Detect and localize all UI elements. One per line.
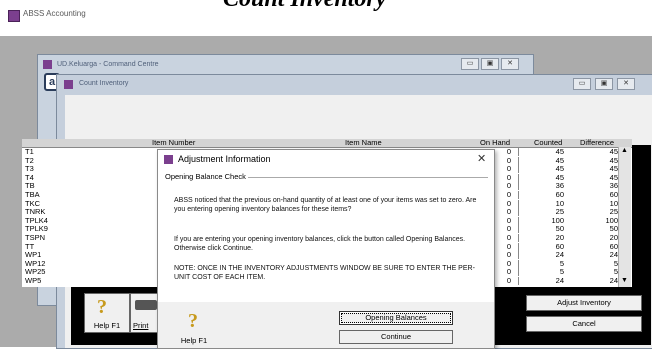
- close-icon[interactable]: ✕: [501, 58, 519, 70]
- cell-item-number: TBA: [25, 190, 40, 199]
- cell-difference: 60: [609, 190, 618, 199]
- dialog-title: Adjustment Information: [178, 154, 271, 164]
- cell-on-hand: 0: [506, 233, 511, 242]
- minimize-icon[interactable]: ▭: [461, 58, 479, 70]
- minimize-icon[interactable]: ▭: [573, 78, 591, 90]
- cell-counted[interactable]: 5: [518, 259, 566, 268]
- page-heading: Count Inventory: [223, 0, 386, 13]
- maximize-icon[interactable]: ▣: [481, 58, 499, 70]
- window-icon: [64, 80, 73, 89]
- col-on-hand: On Hand: [480, 139, 511, 147]
- cell-on-hand: 0: [506, 147, 511, 156]
- cell-difference: 45: [609, 164, 618, 174]
- cell-counted[interactable]: 60: [518, 191, 566, 199]
- app-icon: [8, 10, 20, 22]
- count-inventory-title: Count Inventory: [79, 80, 129, 87]
- cell-difference: 20: [609, 233, 618, 242]
- help-label: Help F1: [93, 321, 121, 330]
- cell-counted[interactable]: 45: [518, 148, 566, 156]
- cell-item-number: T1: [25, 147, 34, 156]
- cell-difference: 45: [609, 147, 618, 156]
- print-label: Print: [133, 321, 149, 330]
- cell-on-hand: 0: [506, 190, 511, 199]
- help-button[interactable]: ? Help F1: [84, 293, 130, 333]
- col-item-number: Item Number: [152, 139, 196, 147]
- cell-on-hand: 0: [506, 250, 511, 260]
- cell-item-number: WP1: [25, 250, 42, 260]
- dialog-help-button[interactable]: ? Help F1: [174, 310, 214, 346]
- adjustment-information-dialog: Adjustment Information ✕ Opening Balance…: [157, 149, 495, 349]
- close-icon[interactable]: ✕: [617, 78, 635, 90]
- dialog-button-area: ? Help F1 Opening Balances Continue: [158, 302, 494, 348]
- section-divider: [248, 177, 488, 178]
- maximize-icon[interactable]: ▣: [595, 78, 613, 90]
- cell-counted[interactable]: 24: [518, 251, 566, 260]
- dialog-paragraph-3: NOTE: ONCE IN THE INVENTORY ADJUSTMENTS …: [174, 265, 475, 281]
- window-icon: [43, 60, 52, 69]
- scroll-down-icon[interactable]: ▼: [621, 277, 628, 284]
- print-icon: [135, 300, 157, 310]
- cell-counted[interactable]: 25: [518, 208, 566, 217]
- dialog-paragraph-2: If you are entering your opening invento…: [174, 236, 466, 252]
- scroll-up-icon[interactable]: ▲: [621, 147, 628, 154]
- opening-balances-button[interactable]: Opening Balances: [339, 311, 453, 325]
- cancel-button[interactable]: Cancel: [526, 316, 642, 332]
- help-icon: ?: [188, 310, 198, 332]
- cell-on-hand: 0: [506, 276, 511, 285]
- cell-on-hand: 0: [506, 164, 511, 174]
- cell-item-number: T3: [25, 164, 34, 174]
- cell-item-number: TSPN: [25, 233, 46, 242]
- section-heading: Opening Balance Check: [165, 172, 246, 181]
- dialog-help-label: Help F1: [180, 336, 208, 345]
- cell-counted[interactable]: 20: [518, 234, 566, 242]
- help-icon: ?: [97, 296, 107, 318]
- col-counted: Counted: [534, 139, 563, 147]
- window-icon: [164, 155, 173, 164]
- cell-item-number: TNRK: [25, 207, 46, 217]
- cell-counted[interactable]: 45: [518, 165, 566, 174]
- continue-button[interactable]: Continue: [339, 330, 453, 344]
- cell-counted[interactable]: 24: [518, 277, 566, 285]
- close-icon[interactable]: ✕: [477, 152, 486, 165]
- cell-difference: 24: [609, 276, 618, 285]
- col-difference: Difference: [580, 139, 615, 147]
- table-header: Item Number Item Name On Hand Counted Di…: [22, 139, 632, 148]
- col-item-name: Item Name: [345, 139, 382, 147]
- table-scrollbar[interactable]: ▲ ▼: [618, 147, 631, 287]
- cell-difference: 5: [613, 258, 618, 268]
- cell-difference: 25: [609, 207, 618, 217]
- adjust-inventory-button[interactable]: Adjust Inventory: [526, 295, 642, 311]
- command-centre-title: UD.Keluarga - Command Centre: [57, 61, 159, 68]
- cell-difference: 24: [609, 250, 618, 260]
- app-title: ABSS Accounting: [23, 9, 86, 18]
- cell-item-number: WP5: [25, 276, 42, 285]
- cell-on-hand: 0: [506, 207, 511, 217]
- dialog-paragraph-1: ABSS noticed that the previous on-hand q…: [174, 197, 477, 213]
